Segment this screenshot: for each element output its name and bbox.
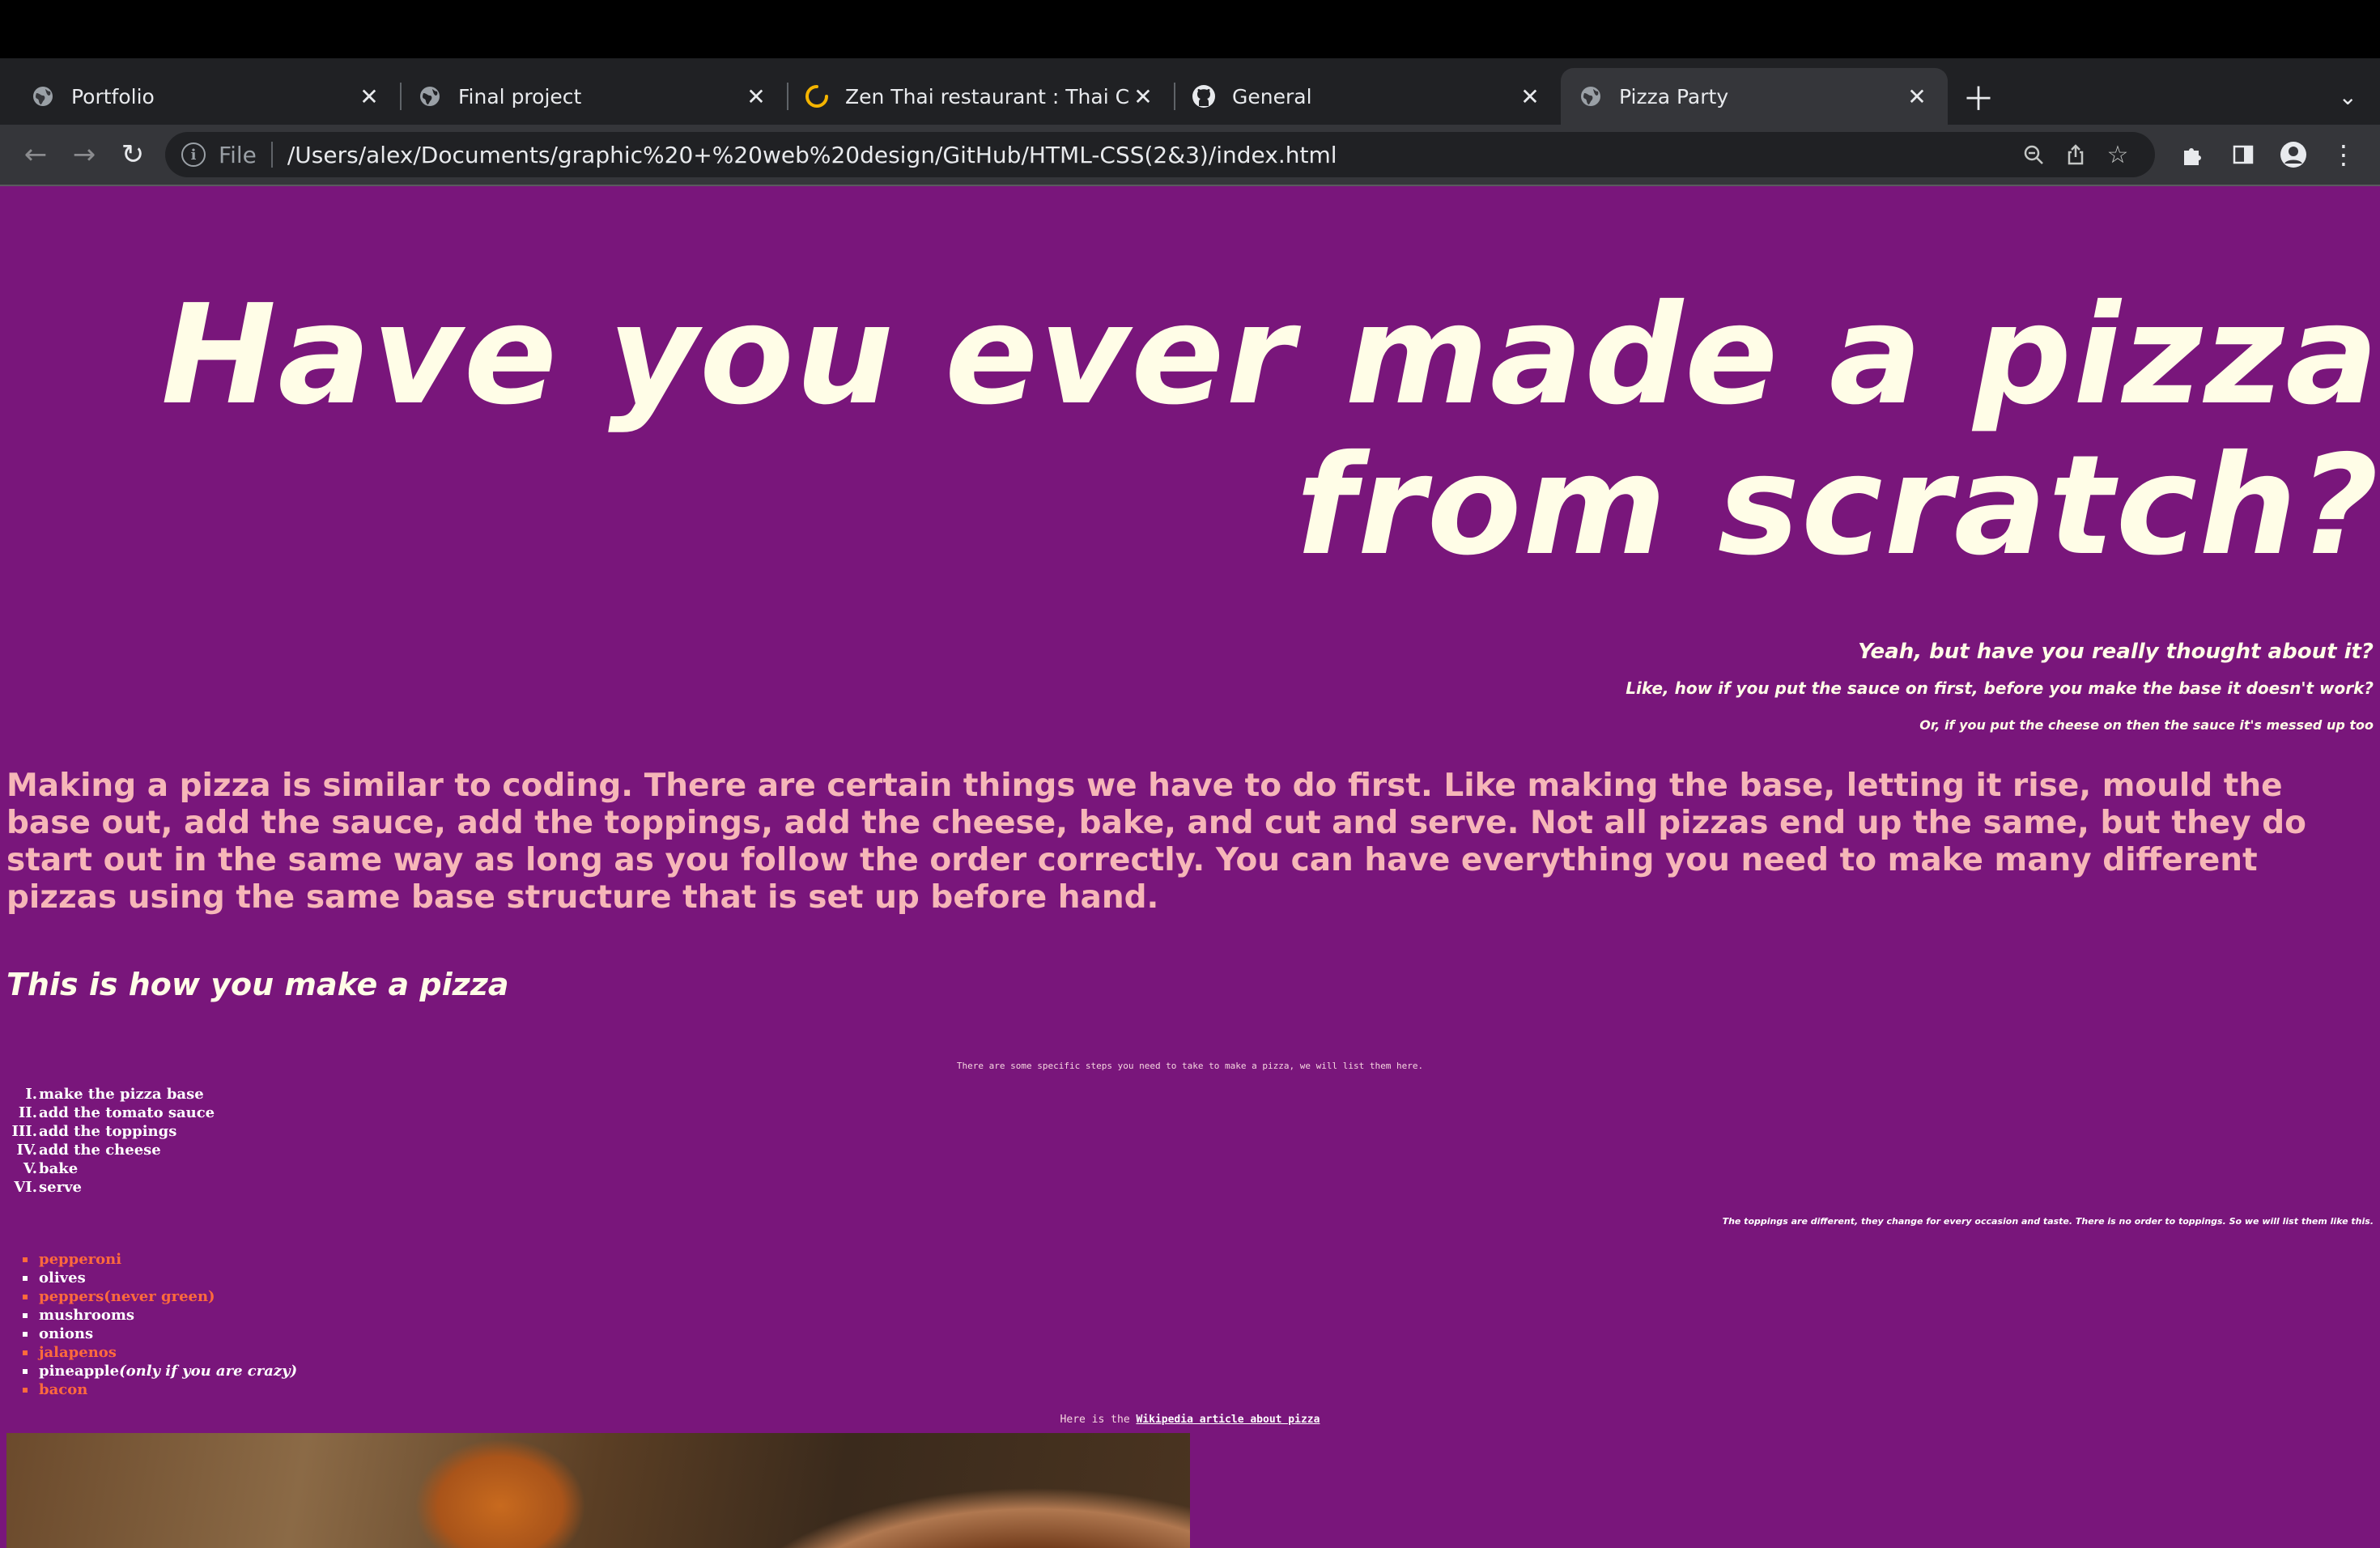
- info-icon[interactable]: i: [181, 142, 206, 167]
- reload-icon[interactable]: ↻: [108, 130, 157, 179]
- list-item: onions: [23, 1325, 297, 1343]
- list-item: jalapenos: [23, 1343, 297, 1362]
- tab-general[interactable]: General ✕: [1174, 68, 1561, 125]
- list-item: mushrooms: [23, 1306, 297, 1325]
- tab-title: Portfolio: [71, 84, 155, 108]
- list-item: VI. serve: [14, 1179, 82, 1196]
- tab-title: Pizza Party: [1619, 84, 1729, 108]
- list-item: II. add the tomato sauce: [18, 1104, 215, 1121]
- close-icon[interactable]: ✕: [1517, 83, 1543, 110]
- question-2: Like, how if you put the sauce on first,…: [1626, 678, 2374, 698]
- list-item: bacon: [23, 1380, 297, 1399]
- chevron-down-icon[interactable]: ⌄: [2339, 83, 2357, 110]
- tab-final-project[interactable]: Final project ✕: [400, 68, 787, 125]
- question-1: Yeah, but have you really thought about …: [1858, 640, 2374, 664]
- page-heading: Have you ever made a pizza from scratch?: [160, 275, 2380, 586]
- share-icon[interactable]: [2055, 134, 2097, 176]
- question-3: Or, if you put the cheese on then the sa…: [1919, 717, 2374, 733]
- more-menu-icon[interactable]: ⋮: [2318, 130, 2369, 179]
- list-item: pineapple(only if you are crazy): [23, 1362, 297, 1380]
- profile-avatar-icon[interactable]: [2268, 130, 2318, 179]
- list-item: peppers(never green): [23, 1287, 297, 1306]
- scheme-label: File: [219, 141, 257, 168]
- tab-pizza-party[interactable]: Pizza Party ✕: [1561, 68, 1948, 125]
- close-icon[interactable]: ✕: [1130, 83, 1156, 110]
- zoom-icon[interactable]: [2012, 134, 2055, 176]
- url-text[interactable]: /Users/alex/Documents/graphic%20+%20web%…: [287, 142, 2012, 168]
- close-icon[interactable]: ✕: [356, 83, 382, 110]
- list-item: V. bake: [23, 1160, 79, 1177]
- forward-arrow-icon[interactable]: →: [60, 130, 108, 179]
- list-item: pepperoni: [23, 1250, 297, 1269]
- tab-title: General: [1232, 84, 1312, 108]
- new-tab-button[interactable]: ＋: [1954, 68, 2003, 125]
- wikipedia-link[interactable]: Wikipedia article about pizza: [1136, 1414, 1320, 1426]
- toppings-list: pepperoni olives peppers(never green) mu…: [23, 1250, 297, 1399]
- howto-heading: This is how you make a pizza: [6, 967, 509, 1002]
- globe-icon: [1579, 84, 1603, 108]
- bookmark-star-icon[interactable]: ☆: [2097, 134, 2139, 176]
- steps-intro: There are some specific steps you need t…: [956, 1061, 1424, 1071]
- toppings-intro: The toppings are different, they change …: [1722, 1216, 2374, 1227]
- tab-title: Zen Thai restaurant : Thai Cuisine: [845, 84, 1130, 108]
- wiki-prefix: Here is the: [1060, 1414, 1137, 1426]
- side-panel-icon[interactable]: [2218, 130, 2268, 179]
- close-icon[interactable]: ✕: [743, 83, 769, 110]
- github-icon: [1192, 84, 1216, 108]
- tab-strip: Portfolio ✕ Final project ✕ Zen Thai res…: [0, 58, 2380, 125]
- pizza-page: Have you ever made a pizza from scratch?…: [0, 186, 2380, 1548]
- list-item: III. add the toppings: [11, 1123, 177, 1140]
- steps-list: I. make the pizza base II. add the tomato …: [11, 1085, 215, 1197]
- list-item: IV. add the cheese: [16, 1142, 161, 1159]
- wiki-line: Here is the Wikipedia article about pizz…: [0, 1414, 2380, 1426]
- os-menu-bar: [0, 0, 2380, 58]
- intro-paragraph: Making a pizza is similar to coding. The…: [6, 768, 2306, 916]
- extensions-icon[interactable]: [2168, 130, 2218, 179]
- globe-icon: [31, 84, 55, 108]
- back-arrow-icon[interactable]: ←: [11, 130, 60, 179]
- list-item: I. make the pizza base: [25, 1086, 204, 1103]
- globe-icon: [418, 84, 442, 108]
- browser-toolbar: ← → ↻ i File /Users/alex/Documents/graph…: [0, 125, 2380, 186]
- tab-title: Final project: [458, 84, 582, 108]
- tab-portfolio[interactable]: Portfolio ✕: [13, 68, 400, 125]
- tab-zen-thai[interactable]: Zen Thai restaurant : Thai Cuisine ✕: [787, 68, 1174, 125]
- topping-note: (only if you are crazy): [119, 1363, 298, 1380]
- omnibox-divider: [270, 142, 273, 168]
- close-icon[interactable]: ✕: [1904, 83, 1930, 110]
- loading-icon: [805, 84, 829, 108]
- list-item: olives: [23, 1269, 297, 1287]
- address-bar[interactable]: i File /Users/alex/Documents/graphic%20+…: [165, 132, 2155, 177]
- pizza-photo: [6, 1433, 1190, 1548]
